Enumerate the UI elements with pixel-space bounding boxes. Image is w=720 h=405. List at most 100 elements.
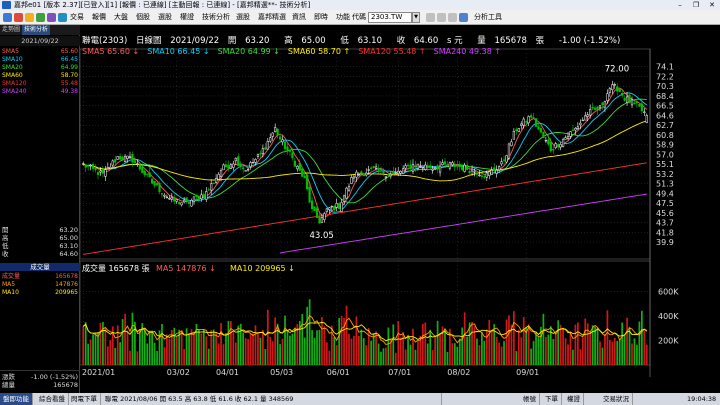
volume-bar: [281, 338, 284, 365]
candle-body: [232, 163, 235, 168]
status-warrant[interactable]: 權證: [564, 393, 584, 405]
volume-bar: [365, 345, 368, 365]
ma-legend-item: SMA20 64.99 ↓: [217, 47, 280, 56]
candle-body: [94, 167, 97, 171]
grid-icon[interactable]: [58, 13, 67, 22]
sma-line-sma60: [82, 120, 647, 182]
menu-stock[interactable]: 個股: [136, 13, 150, 22]
candle-body: [192, 196, 196, 203]
left-quote-row: 收 64.60: [2, 250, 78, 258]
chart-icon[interactable]: [47, 13, 56, 22]
volume-bar: [289, 335, 291, 365]
ma-legend-item: SMA60 58.70 ↑: [287, 47, 351, 56]
minimize-button[interactable]: –: [672, 0, 688, 10]
symbol-input[interactable]: 2303.TW: [368, 12, 412, 23]
tab-trend[interactable]: 走勢圖: [0, 25, 22, 35]
left-ma-row: SMA20 64.99: [2, 64, 78, 71]
star-icon[interactable]: [25, 13, 34, 22]
maximize-button[interactable]: ❐: [688, 0, 704, 10]
candle-body: [138, 164, 141, 170]
candle-body: [566, 135, 570, 139]
candle-body: [630, 99, 634, 106]
menu-info[interactable]: 資訊: [292, 13, 306, 22]
candle-body: [251, 162, 255, 164]
status-order[interactable]: 下單: [542, 393, 562, 405]
candle-body: [249, 162, 252, 167]
volume-bar: [252, 333, 254, 365]
status-tab-quick-order[interactable]: 閃電下單: [68, 393, 101, 405]
volume-bar: [183, 349, 185, 365]
volume-bar: [530, 348, 532, 365]
volume-legend-item: 成交量 165678 張: [82, 263, 150, 273]
analysis-tools-menu[interactable]: 分析工具: [474, 13, 502, 22]
left-ma-row: SMA10 66.45: [2, 56, 78, 63]
price-tick-label: 58.9: [656, 141, 674, 150]
volume-bar: [136, 351, 139, 365]
volume-bar: [429, 329, 432, 365]
price-tick-label: 43.7: [656, 219, 674, 228]
tab-technical[interactable]: 技術分析: [22, 25, 51, 35]
volume-row-value: 147876: [55, 281, 78, 288]
candle-body: [163, 194, 166, 197]
menu-function[interactable]: 功能: [336, 13, 350, 22]
candle-body: [315, 207, 319, 218]
menu-quote[interactable]: 報價: [92, 13, 106, 22]
settings-icon[interactable]: [459, 13, 468, 22]
volume-bar: [271, 341, 274, 365]
forward-icon[interactable]: [448, 13, 457, 22]
menu-market[interactable]: 大盤: [114, 13, 128, 22]
symbol-dropdown-icon[interactable]: ▼: [412, 12, 420, 23]
close-label: 收: [396, 36, 406, 46]
candle-body: [453, 164, 456, 167]
menu-select[interactable]: 選股: [236, 13, 250, 22]
volume-bar: [161, 323, 163, 365]
candle-body: [136, 163, 139, 165]
volume-bar: [109, 340, 112, 365]
volume-bar: [124, 313, 126, 365]
candle-body: [84, 164, 87, 168]
menu-technical[interactable]: 技術分析: [202, 13, 230, 22]
close-button[interactable]: ✕: [704, 0, 720, 10]
status-trade-status[interactable]: 交易狀況: [600, 393, 633, 405]
menu-trade[interactable]: 交易: [70, 13, 84, 22]
volume-bar: [503, 341, 505, 365]
candle-body: [559, 144, 562, 148]
ma-label: SMA10: [2, 56, 23, 63]
left-panel: 走勢圖 技術分析 2021/09/22 SMA5 65.60 SMA10 66.45 SM…: [0, 25, 80, 393]
status-tab-overview[interactable]: 綜合看盤: [36, 393, 69, 405]
volume-bar: [508, 315, 510, 365]
left-ma-row: SMA120 55.48: [2, 80, 78, 87]
volume-bar: [613, 337, 616, 365]
home-icon[interactable]: [3, 13, 12, 22]
search-icon[interactable]: [426, 13, 435, 22]
candlestick-chart[interactable]: 74.172.270.368.466.564.662.760.858.957.0…: [80, 25, 720, 393]
candle-body: [505, 155, 508, 163]
candle-body: [96, 172, 100, 175]
price-tick-label: 68.4: [656, 92, 674, 101]
candle-body: [207, 189, 210, 191]
candle-body: [180, 202, 183, 206]
status-account[interactable]: 帳號: [520, 393, 540, 405]
volume-bar: [303, 337, 306, 365]
candle-body: [616, 86, 619, 92]
candle-body: [387, 174, 390, 176]
candle-body: [170, 196, 173, 200]
ma-legend-item: SMA5 65.60 ↓: [82, 47, 140, 56]
volume-bar: [175, 336, 178, 365]
sma-line-sma10: [82, 92, 648, 213]
volume-bar: [399, 337, 402, 365]
menu-picks[interactable]: 嘉邦精選: [258, 13, 286, 22]
status-tab-functions[interactable]: 盤即功能: [0, 393, 33, 405]
volume-bar: [513, 311, 515, 365]
price-tick-label: 51.3: [656, 180, 674, 189]
chart-area[interactable]: 74.1 72.2 70.3 68.4 66.5 64.6 62.7 60.8 58.9 57.0…: [80, 25, 720, 393]
alert-icon[interactable]: [14, 13, 23, 22]
menu-screener[interactable]: 選股: [158, 13, 172, 22]
back-icon[interactable]: [437, 13, 446, 22]
volume-bar: [222, 344, 225, 365]
candle-body: [91, 163, 95, 169]
refresh-icon[interactable]: [36, 13, 45, 22]
menu-warrant[interactable]: 權證: [180, 13, 194, 22]
menu-realtime[interactable]: 即時: [314, 13, 328, 22]
candle-body: [475, 172, 479, 175]
